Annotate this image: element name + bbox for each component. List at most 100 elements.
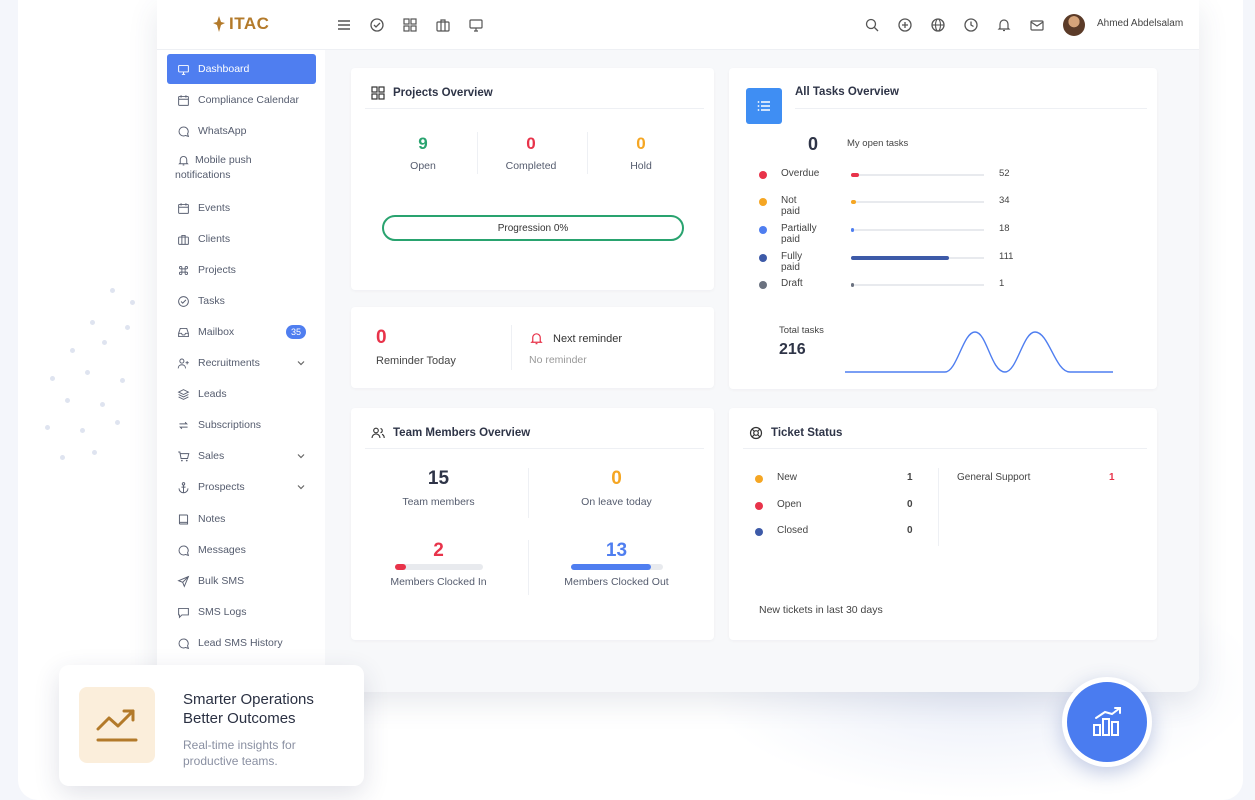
tasks-overview-card: All Tasks Overview 0 My open tasks Overd… [729,68,1157,389]
clocked-out-bar-fill [571,564,651,570]
sidebar-item-subscriptions[interactable]: Subscriptions [167,410,316,440]
briefcase-icon[interactable] [434,16,451,33]
projects-overview-card: Projects Overview 9 Open 0 Completed 0 H… [351,68,714,290]
trending-up-icon [79,687,155,763]
sidebar-item-lead-sms-history[interactable]: Lead SMS History [167,628,316,658]
sidebar-item-messages[interactable]: Messages [167,535,316,565]
decorative-dot [50,376,55,381]
ticket-status-row[interactable]: Closed 0 [755,525,915,539]
promo-title-line1: Smarter Operations [183,691,314,708]
ticket-status-row[interactable]: Open 0 [755,499,915,513]
ticket-status-row[interactable]: New 1 [755,472,915,486]
sidebar-item-projects[interactable]: Projects [167,255,316,285]
avatar[interactable] [1063,14,1085,36]
sidebar-item-label: Mobile push notifications [175,154,252,181]
globe-icon[interactable] [929,16,946,33]
sidebar-item-notes[interactable]: Notes [167,504,316,534]
sidebar-item-tasks[interactable]: Tasks [167,286,316,316]
user-name[interactable]: Ahmed Abdelsalam [1097,18,1183,29]
progression-label: Progression 0% [497,222,569,234]
sidebar-item-whatsapp[interactable]: WhatsApp [167,116,316,146]
grid-icon[interactable] [401,16,418,33]
chevron-down-icon[interactable] [296,358,306,368]
task-status-bar-fill [851,228,854,232]
sidebar-item-sales[interactable]: Sales [167,441,316,471]
sidebar: Dashboard Compliance Calendar WhatsApp Mobi… [157,50,325,692]
on-leave-stat[interactable]: 0 On leave today [549,468,684,508]
task-status-bar [851,200,984,204]
sidebar-item-label: Lead SMS History [198,637,283,649]
menu-icon[interactable] [335,16,352,33]
check-circle-icon[interactable] [368,16,385,33]
sidebar-item-mailbox[interactable]: Mailbox 35 [167,317,316,347]
monitor-icon[interactable] [467,16,484,33]
check-circle-icon [178,295,189,307]
clocked-in-stat[interactable]: 2 Members Clocked In [371,540,506,588]
decorative-dot [115,420,120,425]
sidebar-item-sms-logs[interactable]: SMS Logs [167,597,316,627]
command-icon [179,265,188,275]
ticket-category-label[interactable]: General Support [957,472,1030,483]
task-status-count: 1 [999,278,1005,289]
sidebar-item-label: Sales [198,450,225,462]
decorative-dot [102,340,107,345]
sidebar-item-label: Dashboard [198,63,250,75]
sidebar-item-recruitments[interactable]: Recruitments [167,348,316,378]
decorative-dot [130,300,135,305]
decorative-dot [45,425,50,430]
bar-chart-icon [1093,707,1121,736]
decorative-dot [90,320,95,325]
team-members-stat[interactable]: 15 Team members [371,468,506,508]
sidebar-item-mobile-push-notifications[interactable]: Mobile push notifications [167,147,316,183]
promo-subtitle-line1: Real-time insights for [183,738,296,752]
top-bar-left-icons [335,16,484,33]
sidebar-item-label: Mailbox [198,326,235,338]
anchor-icon [178,481,189,493]
sidebar-item-bulk-sms[interactable]: Bulk SMS [167,566,316,596]
chat-icon [178,545,190,556]
promo-card: Smarter Operations Better Outcomes Real-… [59,665,364,786]
card-title-text: Projects Overview [393,87,493,99]
promo-title: Smarter Operations Better Outcomes [183,690,314,728]
decorative-dot [100,402,105,407]
inbox-icon [178,327,189,337]
analytics-button[interactable] [1062,677,1152,767]
task-status-bar-fill [851,283,854,287]
sidebar-item-events[interactable]: Events [167,193,316,223]
clocked-in-label: Members Clocked In [390,576,487,588]
stat-completed[interactable]: 0 Completed [481,134,581,172]
send-icon [177,575,190,588]
open-tasks-label: My open tasks [847,138,909,149]
message-square-icon [178,607,189,619]
sidebar-item-clients[interactable]: Clients [167,224,316,254]
sidebar-item-prospects[interactable]: Prospects [167,472,316,502]
stat-hold[interactable]: 0 Hold [591,134,691,172]
stat-completed-label: Completed [505,160,557,172]
sidebar-item-compliance-calendar[interactable]: Compliance Calendar [167,85,316,115]
sidebar-item-dashboard[interactable]: Dashboard [167,54,316,84]
stat-open[interactable]: 9 Open [373,134,473,172]
sidebar-item-label: Recruitments [198,357,260,369]
task-status-bar-fill [851,256,949,260]
chevron-down-icon[interactable] [296,482,306,492]
mail-icon[interactable] [1028,16,1045,33]
total-tasks-value: 216 [779,341,806,358]
clocked-out-stat[interactable]: 13 Members Clocked Out [549,540,684,588]
decorative-dot [120,378,125,383]
decorative-dot [65,398,70,403]
stat-completed-value: 0 [526,134,536,153]
sidebar-item-leads[interactable]: Leads [167,379,316,409]
bell-icon[interactable] [995,16,1012,33]
sidebar-item-label: Tasks [198,295,225,307]
plus-circle-icon[interactable] [896,16,913,33]
calendar-icon [178,202,189,214]
task-status-count: 34 [999,195,1010,206]
list-icon [746,88,782,124]
clock-icon[interactable] [962,16,979,33]
chevron-down-icon[interactable] [296,451,306,461]
logo[interactable]: ITAC [212,14,269,34]
promo-subtitle-line2: productive teams. [183,754,278,768]
user-plus-icon [177,358,189,368]
sidebar-item-label: Prospects [198,481,245,493]
search-icon[interactable] [863,16,880,33]
